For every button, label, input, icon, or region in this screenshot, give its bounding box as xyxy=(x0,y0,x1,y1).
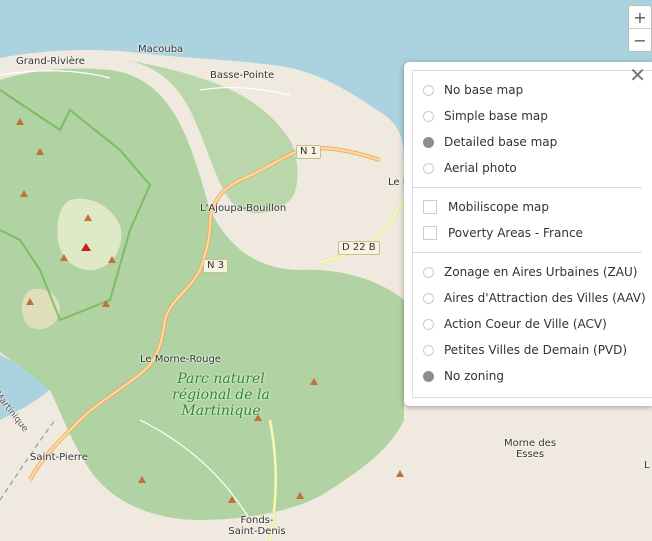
option-label: Simple base map xyxy=(444,109,548,123)
option-label: No base map xyxy=(444,83,524,97)
road-shield: D 22 B xyxy=(338,241,380,255)
place-label: Basse-Pointe xyxy=(210,70,275,81)
road-shield: N 3 xyxy=(203,259,229,273)
zoom-in-button[interactable]: + xyxy=(629,6,651,28)
checkbox-icon[interactable] xyxy=(423,226,437,240)
road-shield: N 1 xyxy=(296,145,322,159)
base-map-option[interactable]: Aerial photo xyxy=(423,155,652,181)
place-label: Saint-Pierre xyxy=(30,452,88,463)
radio-icon[interactable] xyxy=(423,292,434,304)
option-label: Poverty Areas - France xyxy=(448,226,583,240)
place-label: Fonds-Saint-Denis xyxy=(228,515,286,537)
option-label: Petites Villes de Demain (PVD) xyxy=(444,343,628,357)
place-label: Morne des Esses xyxy=(503,438,557,460)
layer-panel: ✕ No base map Simple base map Detailed b… xyxy=(404,62,652,406)
option-label: Detailed base map xyxy=(444,135,558,149)
radio-selected-icon[interactable] xyxy=(423,370,434,382)
place-label: L'Ajoupa-Bouillon xyxy=(200,203,287,214)
option-label: Action Coeur de Ville (ACV) xyxy=(444,317,607,331)
radio-icon[interactable] xyxy=(423,318,434,330)
radio-icon[interactable] xyxy=(423,344,434,356)
radio-icon[interactable] xyxy=(423,110,434,122)
option-label: Zonage en Aires Urbaines (ZAU) xyxy=(444,265,638,279)
option-label: No zoning xyxy=(444,369,504,383)
zoning-option[interactable]: Aires d'Attraction des Villes (AAV) xyxy=(423,285,652,311)
radio-icon[interactable] xyxy=(423,266,434,278)
zoning-option[interactable]: Action Coeur de Ville (ACV) xyxy=(423,311,652,337)
place-label: Le Morne-Rouge xyxy=(140,354,221,365)
radio-icon[interactable] xyxy=(423,162,434,174)
close-icon[interactable]: ✕ xyxy=(629,64,646,86)
option-label: Mobiliscope map xyxy=(448,200,549,214)
checkbox-icon[interactable] xyxy=(423,200,437,214)
overlay-group: Mobiliscope map Poverty Areas - France xyxy=(413,188,652,252)
park-label: Parc naturel régional de la Martinique xyxy=(172,371,270,419)
base-map-group: No base map Simple base map Detailed bas… xyxy=(413,71,652,187)
zoning-option[interactable]: No zoning xyxy=(423,363,652,389)
overlay-option[interactable]: Poverty Areas - France xyxy=(423,220,652,246)
place-label: L xyxy=(644,460,650,471)
base-map-option[interactable]: Detailed base map xyxy=(423,129,652,155)
place-label: Macouba xyxy=(138,44,184,55)
layer-list: No base map Simple base map Detailed bas… xyxy=(412,70,652,398)
radio-icon[interactable] xyxy=(423,84,434,96)
zoom-control: + − xyxy=(628,5,652,52)
zoning-group: Zonage en Aires Urbaines (ZAU) Aires d'A… xyxy=(413,253,652,395)
option-label: Aerial photo xyxy=(444,161,517,175)
place-label: Grand-Rivière xyxy=(16,56,85,67)
radio-selected-icon[interactable] xyxy=(423,136,434,148)
zoom-out-button[interactable]: − xyxy=(629,29,651,51)
base-map-option[interactable]: Simple base map xyxy=(423,103,652,129)
overlay-option[interactable]: Mobiliscope map xyxy=(423,194,652,220)
base-map-option[interactable]: No base map xyxy=(423,77,652,103)
zoning-option[interactable]: Zonage en Aires Urbaines (ZAU) xyxy=(423,259,652,285)
option-label: Aires d'Attraction des Villes (AAV) xyxy=(444,291,646,305)
zoning-option[interactable]: Petites Villes de Demain (PVD) xyxy=(423,337,652,363)
